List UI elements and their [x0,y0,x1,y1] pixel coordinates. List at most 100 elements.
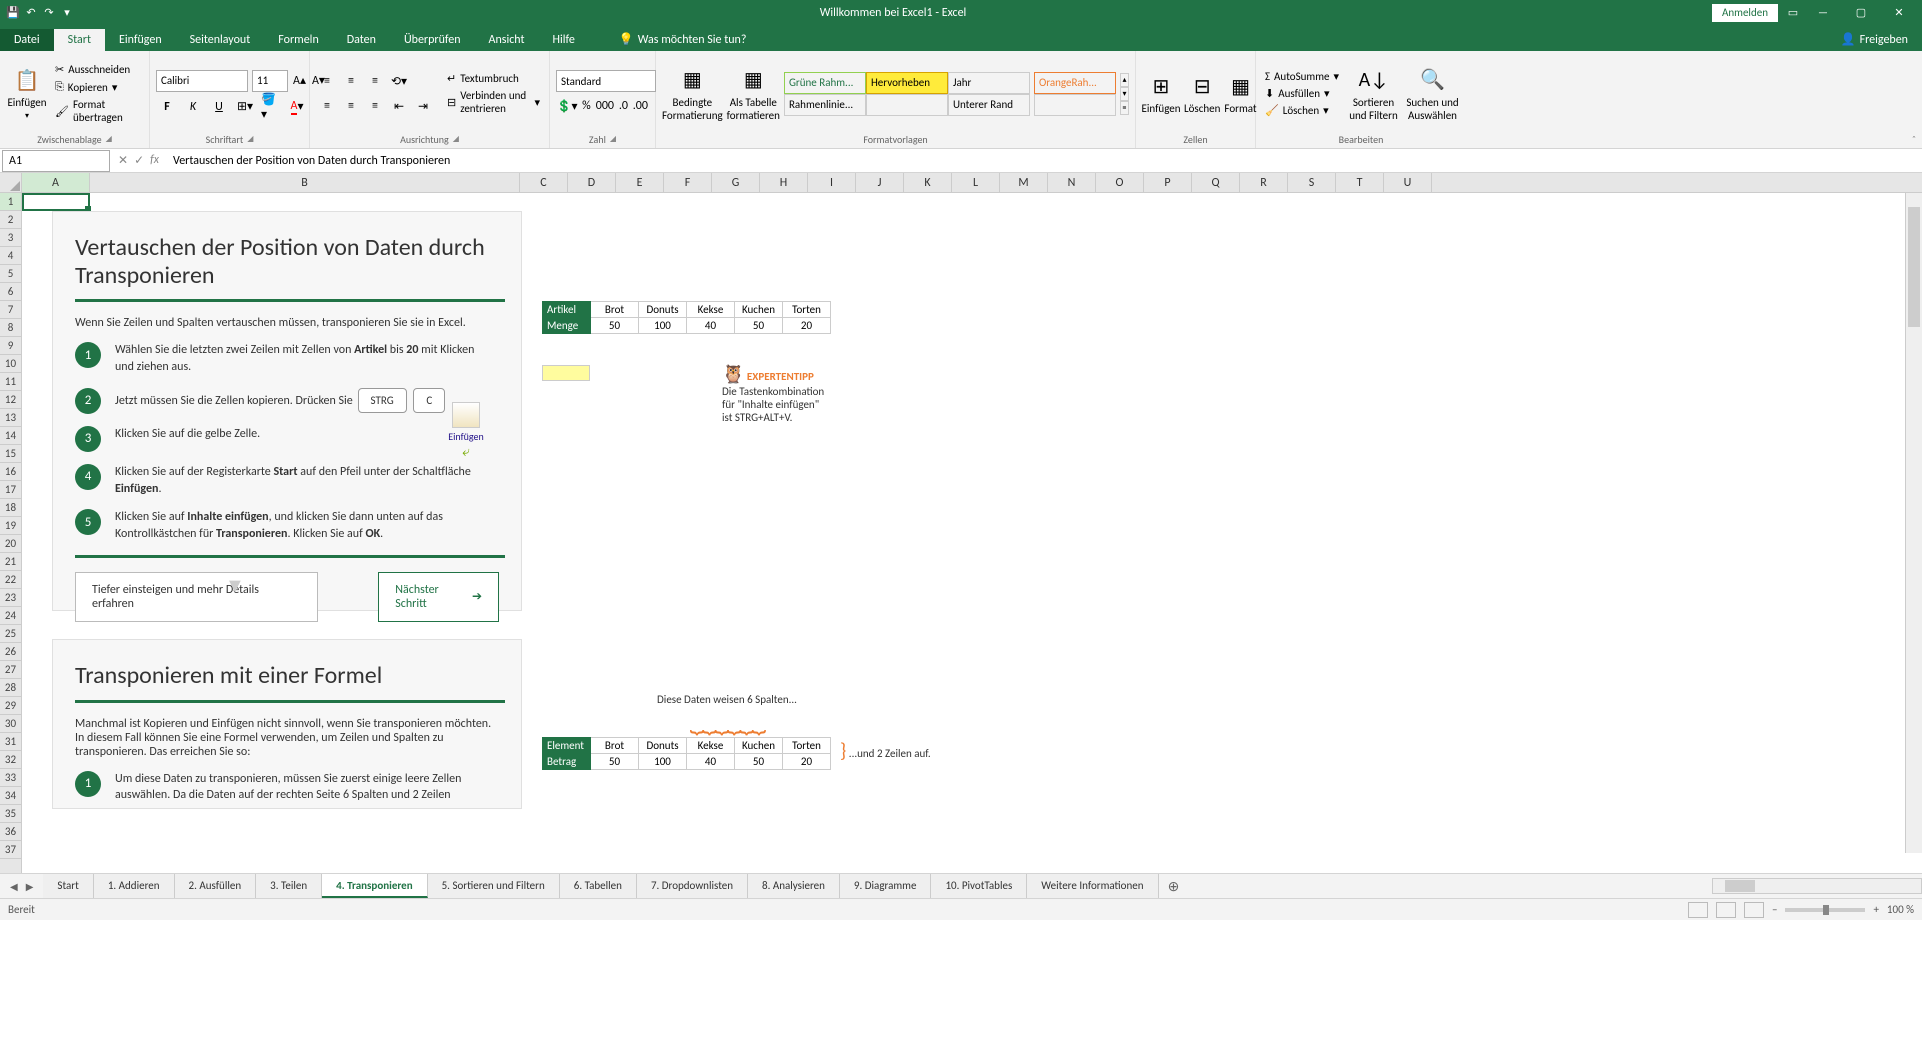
col-header-J[interactable]: J [856,173,904,192]
copy-button[interactable]: ⎘ Kopieren ▾ [52,79,143,95]
conditional-formatting-button[interactable]: ▦Bedingte Formatierung [662,60,723,128]
col-header-D[interactable]: D [568,173,616,192]
italic-button[interactable]: K [182,96,204,118]
row-header-13[interactable]: 13 [0,409,21,427]
tab-seitenlayout[interactable]: Seitenlayout [176,29,265,51]
fill-button[interactable]: ⬇ Ausfüllen ▾ [1262,86,1342,101]
format-cells-button[interactable]: ▦Format [1224,60,1256,128]
orientation-icon[interactable]: ⟲▾ [388,70,410,92]
col-header-A[interactable]: A [22,173,90,192]
align-left-icon[interactable]: ≡ [316,95,338,117]
login-button[interactable]: Anmelden [1712,4,1778,22]
row-header-16[interactable]: 16 [0,463,21,481]
name-box[interactable] [2,150,110,172]
sheet-tab-5[interactable]: 5. Sortieren und Filtern [428,874,560,898]
row-header-22[interactable]: 22 [0,571,21,589]
row-header-11[interactable]: 11 [0,373,21,391]
page-layout-view-icon[interactable] [1716,902,1736,918]
row-header-27[interactable]: 27 [0,661,21,679]
col-header-O[interactable]: O [1096,173,1144,192]
cell-style-4[interactable]: Rahmenlinie... [784,94,866,116]
row-header-36[interactable]: 36 [0,823,21,841]
close-button[interactable]: ✕ [1884,1,1914,25]
share-button[interactable]: 👤 Freigeben [1827,28,1922,51]
cell-style-3[interactable]: Jahr [948,72,1030,94]
row-header-5[interactable]: 5 [0,265,21,283]
save-icon[interactable]: 💾 [6,6,20,20]
increase-font-icon[interactable]: A▴ [292,70,307,92]
next-step-button[interactable]: Nächster Schritt ➔ [378,572,499,622]
row-header-21[interactable]: 21 [0,553,21,571]
row-header-3[interactable]: 3 [0,229,21,247]
format-painter-button[interactable]: 🖌 Format übertragen [52,97,143,125]
merge-button[interactable]: ⊟ Verbinden und zentrieren ▾ [444,88,543,116]
clear-button[interactable]: 🧹 Löschen ▾ [1262,103,1342,118]
col-header-C[interactable]: C [520,173,568,192]
sheet-tab-10[interactable]: 10. PivotTables [931,874,1027,898]
cancel-formula-icon[interactable]: ✕ [118,153,128,168]
tab-daten[interactable]: Daten [333,29,390,51]
sort-filter-button[interactable]: A↓Sortieren und Filtern [1346,60,1401,128]
cell-style-7[interactable]: OrangeRah... [1034,72,1116,94]
cell-style-5[interactable] [866,94,948,116]
normal-view-icon[interactable] [1688,902,1708,918]
zoom-out-button[interactable]: – [1772,903,1777,916]
cell-style-1[interactable]: Grüne Rahm... [784,72,866,94]
horizontal-scrollbar[interactable] [1712,878,1922,894]
indent-decrease-icon[interactable]: ⇤ [388,95,410,117]
sheet-tab-4[interactable]: 4. Transponieren [322,874,427,898]
zoom-in-button[interactable]: + [1873,903,1878,916]
wrap-text-button[interactable]: ↵ Textumbruch [444,71,543,86]
row-header-26[interactable]: 26 [0,643,21,661]
zoom-level[interactable]: 100 % [1887,903,1914,916]
data-table-2[interactable]: ElementBrotDonutsKekseKuchenTortenBetrag… [542,737,831,770]
sheet-tab-2[interactable]: 2. Ausfüllen [175,874,257,898]
row-header-10[interactable]: 10 [0,355,21,373]
col-header-F[interactable]: F [664,173,712,192]
deeper-button[interactable]: Tiefer einsteigen und mehr Details erfah… [75,572,318,622]
thousands-icon[interactable]: 000 [595,95,615,117]
col-header-B[interactable]: B [90,173,520,192]
insert-cells-button[interactable]: ⊞Einfügen [1142,60,1180,128]
row-header-29[interactable]: 29 [0,697,21,715]
row-header-15[interactable]: 15 [0,445,21,463]
cell-style-2[interactable]: Hervorheben [866,72,948,94]
row-header-37[interactable]: 37 [0,841,21,859]
row-header-33[interactable]: 33 [0,769,21,787]
paste-button[interactable]: 📋Einfügen▾ [6,60,48,128]
sheet-tab-6[interactable]: 6. Tabellen [560,874,637,898]
row-header-12[interactable]: 12 [0,391,21,409]
row-header-19[interactable]: 19 [0,517,21,535]
align-middle-icon[interactable]: ≡ [340,70,362,92]
indent-increase-icon[interactable]: ⇥ [412,95,434,117]
ribbon-display-icon[interactable]: ▭ [1786,6,1800,20]
row-header-4[interactable]: 4 [0,247,21,265]
row-header-34[interactable]: 34 [0,787,21,805]
align-bottom-icon[interactable]: ≡ [364,70,386,92]
tab-scroll-right-icon[interactable]: ▶ [26,880,34,893]
sheet-tab-11[interactable]: Weitere Informationen [1027,874,1158,898]
font-name-select[interactable] [156,70,248,92]
tab-überprüfen[interactable]: Überprüfen [390,29,475,51]
maximize-button[interactable]: ▢ [1846,1,1876,25]
fx-icon[interactable]: fx [150,153,159,168]
bold-button[interactable]: F [156,96,178,118]
row-header-18[interactable]: 18 [0,499,21,517]
undo-icon[interactable]: ↶ [24,6,38,20]
border-button[interactable]: ⊞▾ [234,96,256,118]
tab-ansicht[interactable]: Ansicht [475,29,539,51]
row-header-14[interactable]: 14 [0,427,21,445]
data-table-1[interactable]: ArtikelBrotDonutsKekseKuchenTortenMenge5… [542,301,831,334]
select-all-corner[interactable] [0,173,22,192]
sheet-tab-8[interactable]: 8. Analysieren [748,874,840,898]
row-header-30[interactable]: 30 [0,715,21,733]
tab-formeln[interactable]: Formeln [264,29,332,51]
font-color-button[interactable]: A▾ [286,96,308,118]
decrease-decimal-icon[interactable]: .00 [632,95,649,117]
currency-icon[interactable]: 💲▾ [556,95,578,117]
underline-button[interactable]: U [208,96,230,118]
find-select-button[interactable]: 🔍Suchen und Auswählen [1405,60,1460,128]
row-header-35[interactable]: 35 [0,805,21,823]
spreadsheet-grid[interactable]: Vertauschen der Position von Daten durch… [22,193,1922,873]
col-header-I[interactable]: I [808,173,856,192]
